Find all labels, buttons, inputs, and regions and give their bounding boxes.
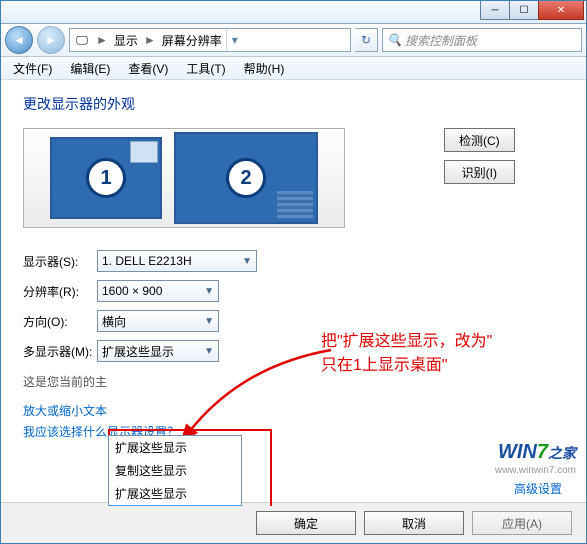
chevron-down-icon: ▼ xyxy=(204,346,214,357)
menu-edit[interactable]: 编辑(E) xyxy=(62,58,118,79)
dropdown-item[interactable]: 只在 1 上显示桌面 xyxy=(109,505,241,506)
search-icon: 🔍 xyxy=(387,33,401,47)
chevron-down-icon: ▼ xyxy=(204,316,214,327)
monitor-preview[interactable]: 1 2 xyxy=(23,128,345,228)
breadcrumb-sep: ► xyxy=(94,33,110,47)
search-placeholder: 搜索控制面板 xyxy=(405,32,477,49)
address-dropdown-icon[interactable]: ▾ xyxy=(226,29,243,51)
monitor-1[interactable]: 1 xyxy=(50,137,162,219)
monitor-2[interactable]: 2 xyxy=(174,132,318,224)
resolution-value: 1600 × 900 xyxy=(102,284,162,298)
chevron-down-icon: ▼ xyxy=(242,256,252,267)
monitor-icon: 🖵 xyxy=(74,32,90,48)
resolution-label: 分辨率(R): xyxy=(23,283,97,300)
forward-button[interactable]: ► xyxy=(37,26,65,54)
chevron-down-icon: ▼ xyxy=(204,286,214,297)
watermark-url: www.winwin7.com xyxy=(495,465,576,476)
zoom-text-link[interactable]: 放大或缩小文本 xyxy=(23,404,107,418)
dropdown-item[interactable]: 扩展这些显示 xyxy=(109,436,241,459)
menubar: 文件(F) 编辑(E) 查看(V) 工具(T) 帮助(H) xyxy=(1,57,586,80)
page-title: 更改显示器的外观 xyxy=(23,94,564,114)
detect-button[interactable]: 检测(C) xyxy=(444,128,515,152)
monitor-decoration xyxy=(277,191,313,219)
resolution-select[interactable]: 1600 × 900 ▼ xyxy=(97,280,219,302)
advanced-settings-link[interactable]: 高级设置 xyxy=(514,480,562,497)
display-value: 1. DELL E2213H xyxy=(102,254,192,268)
address-bar[interactable]: 🖵 ► 显示 ► 屏幕分辨率 ▾ xyxy=(69,28,351,52)
breadcrumb-resolution[interactable]: 屏幕分辨率 xyxy=(162,32,222,49)
orientation-select[interactable]: 横向 ▼ xyxy=(97,310,219,332)
menu-tools[interactable]: 工具(T) xyxy=(178,58,233,79)
dialog-footer: 确定 取消 应用(A) xyxy=(1,502,586,543)
annotation-text: 把"扩展这些显示，改为" 只在1上显示桌面" xyxy=(321,330,492,378)
multi-display-select[interactable]: 扩展这些显示 ▼ xyxy=(97,340,219,362)
display-label: 显示器(S): xyxy=(23,253,97,270)
menu-file[interactable]: 文件(F) xyxy=(5,58,60,79)
ok-button[interactable]: 确定 xyxy=(256,511,356,535)
breadcrumb-display[interactable]: 显示 xyxy=(114,32,138,49)
orientation-label: 方向(O): xyxy=(23,313,97,330)
content-area: 更改显示器的外观 1 2 检测(C) 识别(I) 显示器(S): 1. DELL… xyxy=(1,80,586,506)
dropdown-item[interactable]: 扩展这些显示 xyxy=(109,482,241,505)
monitor-number: 2 xyxy=(226,158,266,198)
multi-display-value: 扩展这些显示 xyxy=(102,343,174,360)
dropdown-item[interactable]: 复制这些显示 xyxy=(109,459,241,482)
annotation-line2: 只在1上显示桌面" xyxy=(321,354,492,378)
monitor-decoration xyxy=(130,141,158,163)
back-button[interactable]: ◄ xyxy=(5,26,33,54)
search-input[interactable]: 🔍 搜索控制面板 xyxy=(382,28,582,52)
main-monitor-hint: 这是您当前的主 xyxy=(23,373,107,390)
display-select[interactable]: 1. DELL E2213H ▼ xyxy=(97,250,257,272)
close-button[interactable]: ✕ xyxy=(538,1,584,20)
cancel-button[interactable]: 取消 xyxy=(364,511,464,535)
orientation-value: 横向 xyxy=(102,313,126,330)
watermark: WIN7之家 xyxy=(498,441,576,464)
monitor-number: 1 xyxy=(86,158,126,198)
multi-display-label: 多显示器(M): xyxy=(23,343,97,360)
titlebar: ─ ☐ ✕ xyxy=(1,1,586,24)
navbar: ◄ ► 🖵 ► 显示 ► 屏幕分辨率 ▾ ↻ 🔍 搜索控制面板 xyxy=(1,24,586,57)
minimize-button[interactable]: ─ xyxy=(480,1,510,20)
annotation-line1: 把"扩展这些显示，改为" xyxy=(321,330,492,354)
breadcrumb-sep: ► xyxy=(142,33,158,47)
maximize-button[interactable]: ☐ xyxy=(509,1,539,20)
multi-display-dropdown[interactable]: 扩展这些显示复制这些显示扩展这些显示只在 1 上显示桌面只在 2 上显示桌面 xyxy=(108,435,242,506)
apply-button[interactable]: 应用(A) xyxy=(472,511,572,535)
refresh-button[interactable]: ↻ xyxy=(355,28,378,52)
menu-help[interactable]: 帮助(H) xyxy=(236,58,293,79)
menu-view[interactable]: 查看(V) xyxy=(120,58,176,79)
identify-button[interactable]: 识别(I) xyxy=(444,160,515,184)
